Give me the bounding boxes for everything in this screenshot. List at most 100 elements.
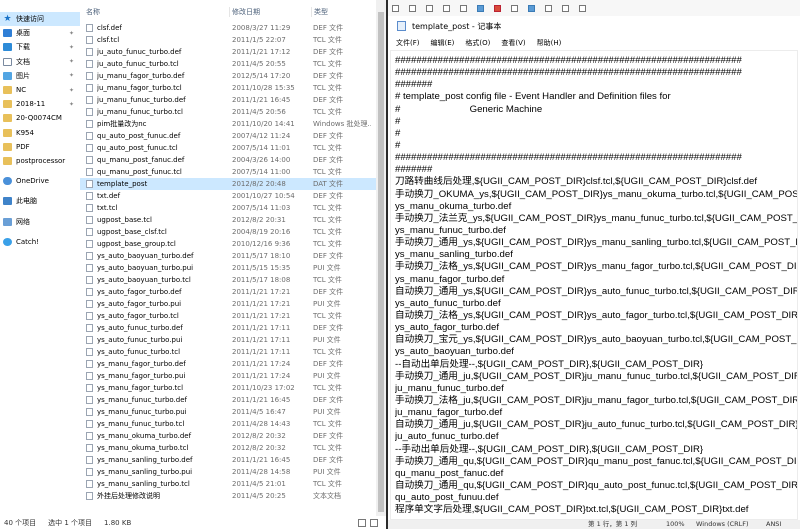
- nav-item[interactable]: 此电脑: [0, 194, 80, 208]
- column-name-header[interactable]: 名称: [80, 7, 229, 17]
- file-type: DEF 文件: [313, 96, 344, 104]
- text-line: 自动换刀_法格_ys,${UGII_CAM_POST_DIR}ys_auto_f…: [395, 309, 798, 321]
- file-row[interactable]: ys_manu_fagor_turbo.pui 2011/1/21 17:24 PU…: [80, 370, 376, 382]
- toolbar-icon[interactable]: [477, 4, 484, 12]
- file-row[interactable]: ju_manu_fagor_turbo.tcl 2011/10/28 15:35 T…: [80, 82, 376, 94]
- large-icons-view-icon[interactable]: [370, 518, 378, 527]
- nav-item[interactable]: Catch!: [0, 235, 80, 249]
- file-row[interactable]: clsf.def 2008/3/27 11:29 DEF 文件: [80, 22, 376, 34]
- navigation-pane: ★ 快速访问 桌面 ✦ 下载 ✦ 文档 ✦ 图片 ✦ NC ✦ 2018-11 ✦ 20-Q0074CM K9…: [0, 12, 80, 516]
- file-icon: [86, 144, 93, 152]
- file-date: 2011/5/15 15:35: [232, 264, 291, 272]
- nav-item[interactable]: K954: [0, 126, 80, 140]
- details-view-icon[interactable]: [358, 518, 366, 527]
- file-row[interactable]: ys_auto_fagor_turbo.pui 2011/1/21 17:21 PU…: [80, 298, 376, 310]
- file-row[interactable]: qu_auto_post_funuc.tcl 2007/5/14 11:01 TCL…: [80, 142, 376, 154]
- nav-item[interactable]: 下载 ✦: [0, 40, 80, 54]
- file-row[interactable]: clsf.tcl 2011/1/5 22:07 TCL 文件: [80, 34, 376, 46]
- file-row[interactable]: pim批量改为nc 2011/10/20 14:41 Windows 批处理...: [80, 118, 376, 130]
- toolbar-icon[interactable]: [426, 4, 433, 12]
- file-row[interactable]: ys_manu_sanling_turbo.pui 2011/4/28 14:58…: [80, 466, 376, 478]
- file-row[interactable]: template_post 2012/8/2 20:48 DAT 文件: [80, 178, 376, 190]
- menu-item[interactable]: 帮助(H): [537, 38, 562, 48]
- file-row[interactable]: qu_auto_post_funuc.def 2007/4/12 11:24 DEF…: [80, 130, 376, 142]
- menu-bar: 文件(F) 编辑(E) 格式(O) 查看(V) 帮助(H): [388, 36, 800, 50]
- file-row[interactable]: ju_auto_funuc_turbo.tcl 2011/4/5 20:55 TCL…: [80, 58, 376, 70]
- file-row[interactable]: ys_auto_funuc_turbo.pui 2011/1/21 17:11 PU…: [80, 334, 376, 346]
- nav-item[interactable]: NC ✦: [0, 83, 80, 97]
- file-row[interactable]: ys_auto_baoyuan_turbo.def 2011/5/17 18:10…: [80, 250, 376, 262]
- toolbar-icon[interactable]: [562, 4, 569, 12]
- file-row[interactable]: ju_manu_fagor_turbo.def 2012/5/14 17:20 DE…: [80, 70, 376, 82]
- nav-item[interactable]: 桌面 ✦: [0, 26, 80, 40]
- encoding: ANSI: [766, 520, 782, 528]
- file-row[interactable]: ugpost_base.tcl 2012/8/2 20:31 TCL 文件: [80, 214, 376, 226]
- file-row[interactable]: ys_auto_funuc_turbo.tcl 2011/1/21 17:11 TC…: [80, 346, 376, 358]
- pin-icon: ✦: [68, 100, 74, 108]
- text-editor[interactable]: ########################################…: [390, 50, 798, 520]
- menu-item[interactable]: 格式(O): [465, 38, 490, 48]
- menu-item[interactable]: 查看(V): [501, 38, 525, 48]
- file-row[interactable]: ju_manu_funuc_turbo.tcl 2011/4/5 20:56 TCL…: [80, 106, 376, 118]
- text-line: 自动换刀_通用_qu,${UGII_CAM_POST_DIR}qu_auto_p…: [395, 479, 798, 491]
- nav-item[interactable]: ★ 快速访问: [0, 12, 80, 27]
- file-row[interactable]: ys_auto_funuc_turbo.def 2011/1/21 17:11 DE…: [80, 322, 376, 334]
- toolbar-icon[interactable]: [528, 4, 535, 12]
- nav-item[interactable]: 图片 ✦: [0, 69, 80, 83]
- item-count: 40 个项目: [4, 518, 37, 527]
- toolbar-icon[interactable]: [511, 4, 518, 12]
- file-date: 2011/10/28 15:35: [232, 84, 295, 92]
- toolbar-icon[interactable]: [494, 4, 501, 12]
- nav-item[interactable]: 20-Q0074CM: [0, 111, 80, 125]
- file-row[interactable]: qu_manu_post_fanuc.def 2004/3/26 14:00 DEF…: [80, 154, 376, 166]
- file-row[interactable]: txt.tcl 2007/5/14 11:03 TCL 文件: [80, 202, 376, 214]
- file-row[interactable]: ys_auto_fagor_turbo.tcl 2011/1/21 17:21 TC…: [80, 310, 376, 322]
- nav-item[interactable]: OneDrive: [0, 174, 80, 188]
- file-row[interactable]: ys_manu_funuc_turbo.pui 2011/4/5 16:47 PUI…: [80, 406, 376, 418]
- file-row[interactable]: ys_auto_baoyuan_turbo.tcl 2011/5/17 18:08…: [80, 274, 376, 286]
- vertical-scrollbar[interactable]: [376, 0, 386, 516]
- file-row[interactable]: 外挂后处理修改说明 2011/4/5 20:25 文本文档: [80, 490, 376, 502]
- file-row[interactable]: ugpost_base_group.tcl 2010/12/16 9:36 TCL …: [80, 238, 376, 250]
- text-line: qu_manu_post_fanuc.def: [395, 467, 504, 479]
- file-row[interactable]: ys_manu_fagor_turbo.tcl 2011/10/23 17:02 T…: [80, 382, 376, 394]
- nav-item[interactable]: 网络: [0, 214, 80, 228]
- menu-item[interactable]: 编辑(E): [431, 38, 455, 48]
- file-name: ys_auto_funuc_turbo.def: [97, 324, 183, 332]
- nav-item[interactable]: 2018-11 ✦: [0, 97, 80, 111]
- file-row[interactable]: qu_manu_post_funuc.tcl 2007/5/14 11:00 TCL…: [80, 166, 376, 178]
- file-row[interactable]: ys_auto_fagor_turbo.def 2011/1/21 17:21 DE…: [80, 286, 376, 298]
- file-row[interactable]: ys_manu_sanling_turbo.tcl 2011/4/5 21:01 T…: [80, 478, 376, 490]
- nav-item[interactable]: 文档 ✦: [0, 55, 80, 69]
- file-row[interactable]: ys_auto_baoyuan_turbo.pui 2011/5/15 15:35…: [80, 262, 376, 274]
- file-row[interactable]: txt.def 2001/10/27 10:54 DEF 文件: [80, 190, 376, 202]
- nav-item[interactable]: postprocessor: [0, 154, 80, 168]
- file-date: 2011/1/21 17:24: [232, 360, 291, 368]
- file-row[interactable]: ugpost_base_clsf.tcl 2004/8/19 20:16 TCL 文…: [80, 226, 376, 238]
- column-type-header[interactable]: 类型: [311, 7, 371, 17]
- file-row[interactable]: ju_auto_funuc_turbo.def 2011/1/21 17:12 DE…: [80, 46, 376, 58]
- toolbar-icon[interactable]: [579, 4, 586, 12]
- file-row[interactable]: ys_manu_sanling_turbo.def 2011/1/21 16:45…: [80, 454, 376, 466]
- download-folder-icon: [3, 43, 12, 52]
- menu-item[interactable]: 文件(F): [396, 38, 420, 48]
- file-row[interactable]: ys_manu_fagor_turbo.def 2011/1/21 17:24 DE…: [80, 358, 376, 370]
- toolbar-icon[interactable]: [443, 4, 450, 12]
- file-row[interactable]: ys_manu_funuc_turbo.tcl 2011/4/28 14:43 TC…: [80, 418, 376, 430]
- file-row[interactable]: ju_manu_funuc_turbo.def 2011/1/21 16:45 DE…: [80, 94, 376, 106]
- documents-folder-icon: [3, 57, 12, 66]
- toolbar-icon[interactable]: [545, 4, 552, 12]
- scrollbar-thumb[interactable]: [378, 12, 384, 512]
- toolbar-icon[interactable]: [392, 4, 399, 12]
- toolbar-icon[interactable]: [460, 4, 467, 12]
- file-row[interactable]: ys_manu_okuma_turbo.def 2012/8/2 20:32 DEF…: [80, 430, 376, 442]
- file-rows: clsf.def 2008/3/27 11:29 DEF 文件 clsf.tcl 201…: [80, 22, 376, 502]
- file-date: 2011/1/21 17:21: [232, 300, 291, 308]
- folder-icon: [3, 100, 12, 109]
- file-type: TCL 文件: [313, 348, 342, 356]
- file-row[interactable]: ys_manu_funuc_turbo.def 2011/1/21 16:45 DE…: [80, 394, 376, 406]
- column-date-header[interactable]: 修改日期: [229, 7, 311, 17]
- nav-item[interactable]: PDF: [0, 140, 80, 154]
- toolbar-icon[interactable]: [409, 4, 416, 12]
- file-row[interactable]: ys_manu_okuma_turbo.tcl 2012/8/2 20:32 TCL…: [80, 442, 376, 454]
